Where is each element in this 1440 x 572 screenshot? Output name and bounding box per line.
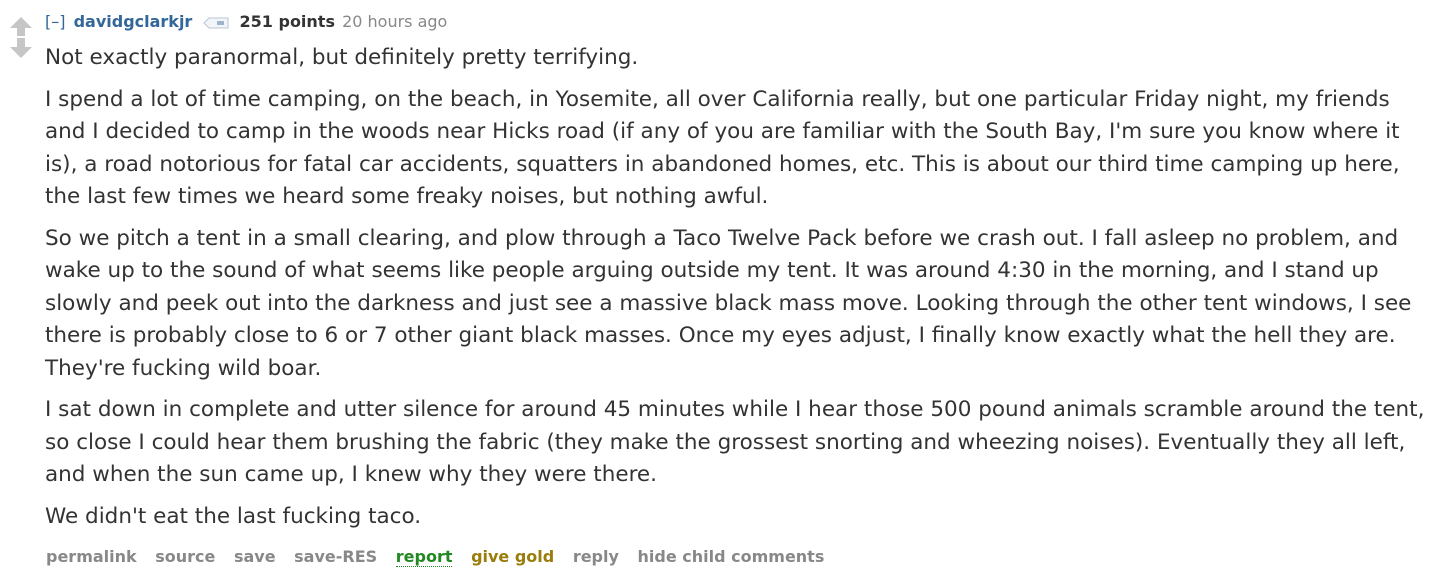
author-link[interactable]: davidgclarkjr: [74, 12, 193, 31]
tag-icon[interactable]: [203, 14, 229, 34]
comment-paragraph: We didn't eat the last fucking taco.: [45, 503, 422, 529]
permalink-link[interactable]: permalink: [46, 547, 137, 566]
timestamp: 20 hours ago: [342, 12, 448, 31]
source-link[interactable]: source: [155, 547, 215, 566]
comment-tagline: [–] davidgclarkjr 251 points 20 hours ag…: [45, 12, 447, 34]
comment-buttons: permalink source save save-RES report gi…: [46, 546, 837, 568]
report-link[interactable]: report: [395, 547, 453, 567]
hide-child-comments-link[interactable]: hide child comments: [638, 547, 825, 566]
save-res-link[interactable]: save-RES: [294, 547, 377, 566]
comment-paragraph: I spend a lot of time camping, on the be…: [45, 86, 1400, 210]
arrow-down-icon[interactable]: [8, 37, 34, 59]
comment-paragraph: Not exactly paranormal, but definitely p…: [45, 45, 639, 70]
arrow-up-icon[interactable]: [8, 15, 34, 37]
reply-link[interactable]: reply: [573, 547, 619, 566]
comment-body: Not exactly paranormal, but definitely p…: [45, 42, 1425, 542]
score: 251 points: [239, 12, 335, 31]
comment-paragraph: I sat down in complete and utter silence…: [45, 397, 1425, 487]
vote-controls: [8, 15, 34, 59]
comment-paragraph: So we pitch a tent in a small clearing, …: [45, 225, 1412, 381]
comment: [–] davidgclarkjr 251 points 20 hours ag…: [0, 0, 1440, 572]
give-gold-link[interactable]: give gold: [471, 547, 554, 566]
collapse-toggle[interactable]: [–]: [45, 12, 65, 31]
save-link[interactable]: save: [234, 547, 276, 566]
